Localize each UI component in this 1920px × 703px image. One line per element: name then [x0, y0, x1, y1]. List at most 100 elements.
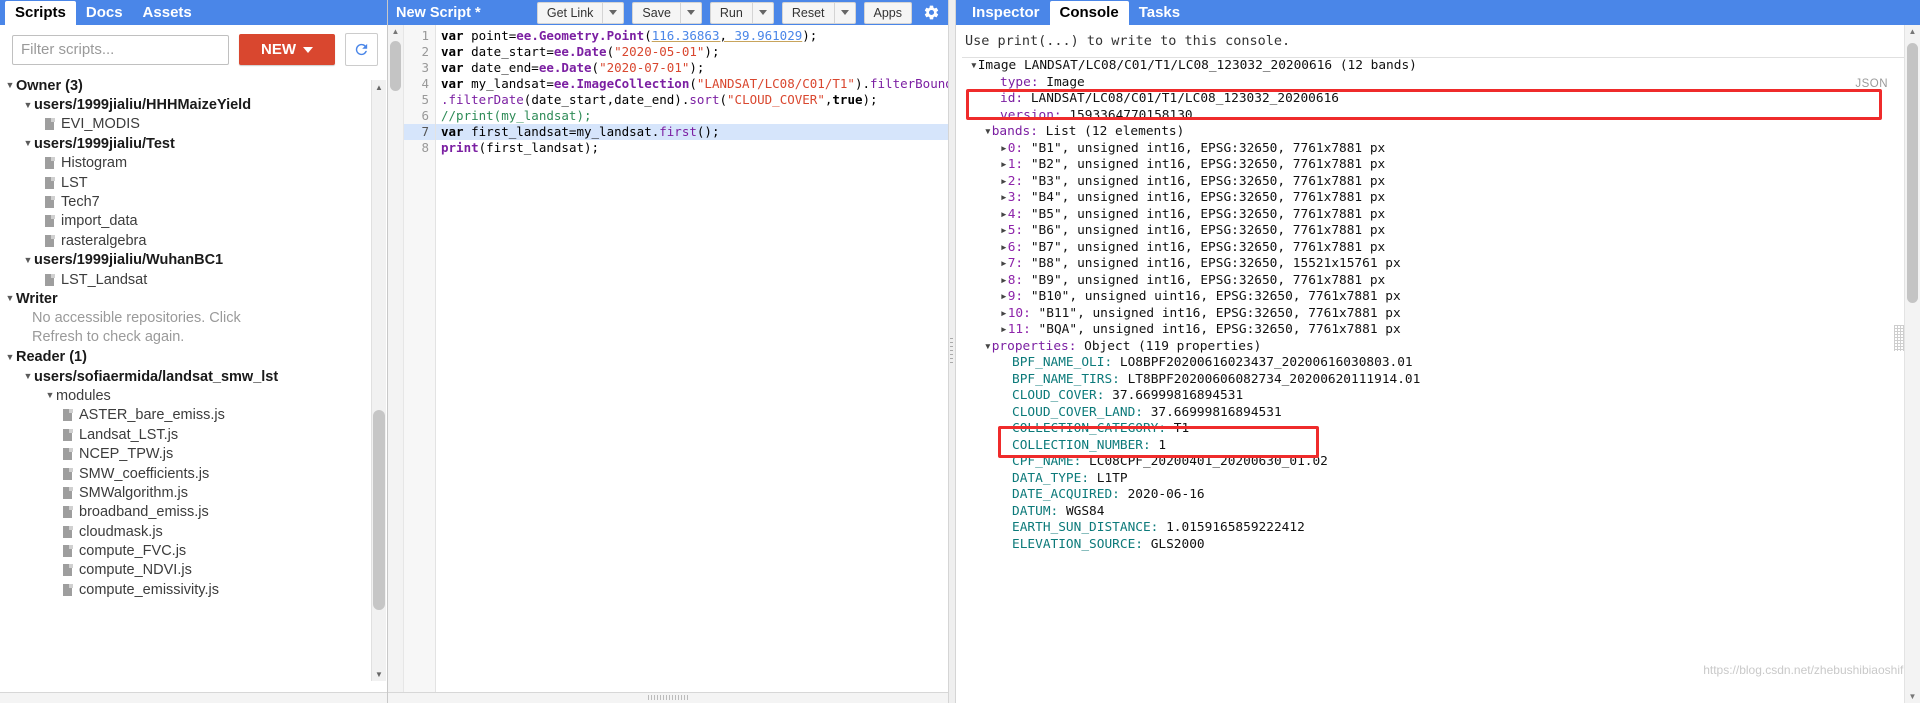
chevron-down-icon[interactable]: ▼ [22, 251, 34, 270]
resize-grip[interactable] [648, 695, 688, 700]
code-line-1[interactable]: var point=ee.Geometry.Point(116.36863, 3… [436, 28, 948, 44]
get-link-button[interactable]: Get Link [536, 1, 603, 24]
expand-triangle-icon[interactable]: ▸ [1000, 190, 1008, 205]
tab-tasks[interactable]: Tasks [1129, 1, 1190, 25]
refresh-button[interactable] [345, 33, 378, 66]
tree-item-evi-modis[interactable]: EVI_MODIS [0, 115, 387, 134]
tree-item-modules[interactable]: ▼ modules [0, 386, 387, 405]
tree-item-histogram[interactable]: Histogram [0, 154, 387, 173]
expand-triangle-icon[interactable]: ▸ [1000, 306, 1008, 321]
expand-triangle-icon[interactable]: ▸ [1000, 223, 1008, 238]
tab-scripts[interactable]: Scripts [5, 1, 76, 25]
chevron-down-icon[interactable]: ▼ [22, 96, 34, 115]
expand-triangle-icon[interactable]: ▸ [1000, 273, 1008, 288]
run-dropdown[interactable] [751, 1, 774, 24]
code-vertical-scrollbar[interactable]: ▲ [388, 25, 404, 692]
scrollbar-thumb[interactable] [390, 41, 401, 91]
chevron-down-icon[interactable]: ▼ [22, 367, 34, 386]
tree-item-reader-1-[interactable]: ▼ Reader (1) [0, 347, 387, 366]
get-link-group: Get Link [536, 1, 625, 24]
tab-console[interactable]: Console [1049, 1, 1129, 25]
tree-item-ncep-tpw-js[interactable]: NCEP_TPW.js [0, 444, 387, 463]
expand-triangle-icon[interactable]: ▾ [970, 58, 978, 73]
tree-item-compute-emissivity-js[interactable]: compute_emissivity.js [0, 580, 387, 599]
tree-item-owner-3-[interactable]: ▼ Owner (3) [0, 76, 387, 95]
get-link-dropdown[interactable] [602, 1, 625, 24]
inner-scroll-grip[interactable] [1894, 325, 1904, 351]
chevron-down-icon[interactable]: ▼ [22, 134, 34, 153]
tree-item-users-1999jialiu-wuhanbc1[interactable]: ▼ users/1999jialiu/WuhanBC1 [0, 251, 387, 270]
filter-scripts-input[interactable] [12, 34, 229, 65]
chevron-down-icon[interactable]: ▼ [4, 76, 16, 95]
console-band-row: ▸4: "B5", unsigned int16, EPSG:32650, 77… [956, 207, 1920, 224]
code-line-6[interactable]: //print(my_landsat); [436, 108, 948, 124]
chevron-down-icon[interactable]: ▼ [4, 289, 16, 308]
chevron-down-icon[interactable]: ▼ [4, 348, 16, 367]
chevron-down-icon[interactable]: ▼ [44, 386, 56, 405]
code-line-2[interactable]: var date_start=ee.Date("2020-05-01"); [436, 44, 948, 60]
tree-item-smw-coefficients-js[interactable]: SMW_coefficients.js [0, 464, 387, 483]
tab-docs[interactable]: Docs [76, 1, 133, 25]
save-dropdown[interactable] [679, 1, 702, 24]
apps-button[interactable]: Apps [863, 1, 912, 24]
scroll-down-icon[interactable]: ▼ [1905, 692, 1920, 701]
save-button[interactable]: Save [632, 1, 680, 24]
console-band-value: "B7", unsigned int16, EPSG:32650, 7761x7… [1030, 239, 1386, 255]
tree-item-compute-ndvi-js[interactable]: compute_NDVI.js [0, 561, 387, 580]
tree-item-users-1999jialiu-test[interactable]: ▼ users/1999jialiu/Test [0, 134, 387, 153]
tree-item-cloudmask-js[interactable]: cloudmask.js [0, 522, 387, 541]
code-line-8[interactable]: print(first_landsat); [436, 140, 948, 156]
console-band-value: "B6", unsigned int16, EPSG:32650, 7761x7… [1030, 223, 1386, 238]
expand-triangle-icon[interactable]: ▸ [1000, 289, 1008, 304]
json-toggle[interactable]: JSON [1855, 78, 1888, 90]
tree-item-smwalgorithm-js[interactable]: SMWalgorithm.js [0, 483, 387, 502]
tree-item-tech7[interactable]: Tech7 [0, 192, 387, 211]
scroll-down-icon[interactable]: ▼ [372, 667, 386, 681]
settings-button[interactable] [920, 2, 942, 24]
scrollbar-thumb[interactable] [373, 410, 385, 610]
run-button[interactable]: Run [709, 1, 752, 24]
code-line-4[interactable]: var my_landsat=ee.ImageCollection("LANDS… [436, 76, 948, 92]
chevron-down-icon [609, 10, 618, 15]
console-scrollbar[interactable]: ▲ ▼ [1904, 25, 1920, 703]
expand-triangle-icon[interactable]: ▸ [1000, 174, 1008, 189]
console-property-row: COLLECTION_CATEGORY: T1 [956, 421, 1920, 438]
scroll-up-icon[interactable]: ▲ [1905, 27, 1920, 36]
tree-item-users-sofiaermida-landsat-smw-lst[interactable]: ▼ users/sofiaermida/landsat_smw_lst [0, 367, 387, 386]
expand-triangle-icon[interactable]: ▸ [1000, 256, 1008, 271]
tree-item-lst[interactable]: LST [0, 173, 387, 192]
reset-button[interactable]: Reset [781, 1, 834, 24]
expand-triangle-icon[interactable]: ▸ [1000, 141, 1008, 156]
tab-inspector[interactable]: Inspector [962, 1, 1050, 25]
expand-triangle-icon[interactable]: ▸ [1000, 157, 1008, 172]
tree-item-compute-fvc-js[interactable]: compute_FVC.js [0, 541, 387, 560]
scripts-scrollbar[interactable]: ▲ ▼ [371, 80, 386, 681]
tree-item-landsat-lst-js[interactable]: Landsat_LST.js [0, 425, 387, 444]
scripts-tabbar: Scripts Docs Assets [0, 0, 387, 25]
chevron-down-icon [840, 10, 849, 15]
tab-assets[interactable]: Assets [133, 1, 202, 25]
tree-item-lst-landsat[interactable]: LST_Landsat [0, 270, 387, 289]
token-punct: ); [862, 92, 878, 107]
reset-dropdown[interactable] [833, 1, 856, 24]
tree-item-rasteralgebra[interactable]: rasteralgebra [0, 231, 387, 250]
code-line-3[interactable]: var date_end=ee.Date("2020-07-01"); [436, 60, 948, 76]
tree-item-aster-bare-emiss-js[interactable]: ASTER_bare_emiss.js [0, 406, 387, 425]
tree-item-broadband-emiss-js[interactable]: broadband_emiss.js [0, 503, 387, 522]
tree-item-import-data[interactable]: import_data [0, 212, 387, 231]
scrollbar-thumb[interactable] [1907, 43, 1918, 303]
tree-item-users-1999jialiu-hhhmaizeyield[interactable]: ▼ users/1999jialiu/HHHMaizeYield [0, 95, 387, 114]
expand-triangle-icon[interactable]: ▾ [984, 124, 992, 139]
scroll-up-icon[interactable]: ▲ [372, 80, 386, 94]
new-script-button[interactable]: NEW [239, 34, 335, 65]
code-line-7[interactable]: var first_landsat=my_landsat.first(); [436, 124, 948, 140]
expand-triangle-icon[interactable]: ▸ [1000, 207, 1008, 222]
code-line-5[interactable]: .filterDate(date_start,date_end).sort("C… [436, 92, 948, 108]
scroll-up-icon[interactable]: ▲ [388, 27, 403, 36]
expand-triangle-icon[interactable]: ▾ [984, 339, 992, 354]
code-lines[interactable]: var point=ee.Geometry.Point(116.36863, 3… [436, 25, 948, 692]
expand-triangle-icon[interactable]: ▸ [1000, 240, 1008, 255]
tree-item-writer[interactable]: ▼ Writer [0, 289, 387, 308]
panel-divider[interactable] [948, 0, 956, 703]
expand-triangle-icon[interactable]: ▸ [1000, 322, 1008, 337]
